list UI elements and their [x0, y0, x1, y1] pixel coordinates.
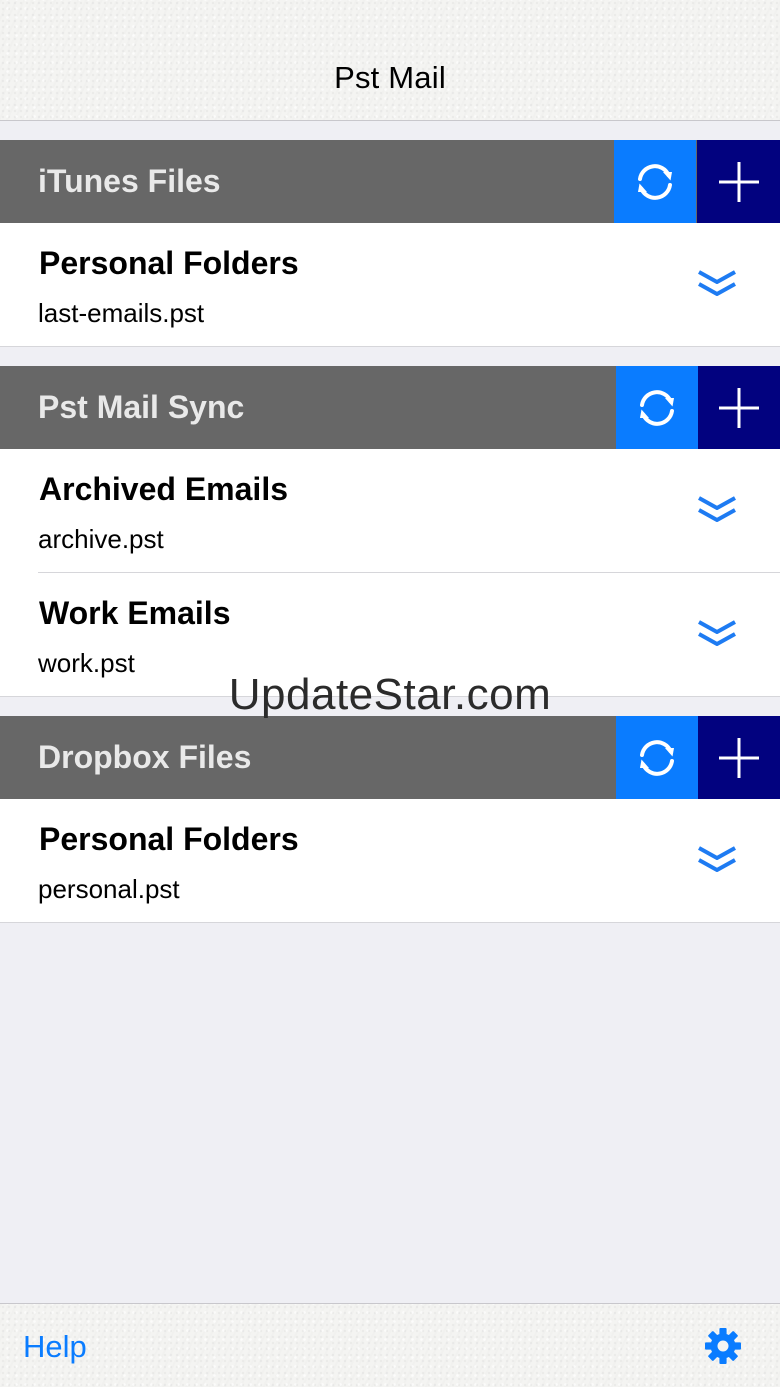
- plus-icon: [719, 387, 759, 428]
- navigation-bar: Pst Mail: [0, 0, 780, 121]
- plus-icon: [719, 737, 759, 778]
- list-item[interactable]: Personal Folders last-emails.pst: [0, 223, 780, 347]
- list-item[interactable]: Personal Folders personal.pst: [0, 799, 780, 923]
- section-title: iTunes Files: [38, 163, 221, 199]
- item-filename: personal.pst: [38, 874, 180, 904]
- refresh-button[interactable]: [614, 140, 696, 223]
- add-button[interactable]: [697, 140, 780, 223]
- bottom-toolbar: Help: [0, 1303, 780, 1387]
- item-title: Personal Folders: [39, 245, 299, 281]
- list-item[interactable]: Archived Emails archive.pst: [0, 449, 780, 573]
- add-button[interactable]: [698, 366, 780, 449]
- chevron-double-down-icon[interactable]: [697, 618, 737, 650]
- section-header: Dropbox Files: [0, 716, 780, 799]
- chevron-double-down-icon[interactable]: [697, 844, 737, 876]
- item-title: Archived Emails: [39, 471, 288, 507]
- refresh-button[interactable]: [616, 366, 698, 449]
- section-dropbox-files: Dropbox Files Personal Folders personal.…: [0, 716, 780, 923]
- item-title: Work Emails: [39, 595, 231, 631]
- refresh-icon: [640, 739, 674, 776]
- chevron-double-down-icon[interactable]: [697, 268, 737, 300]
- item-title: Personal Folders: [39, 821, 299, 857]
- page-title: Pst Mail: [334, 60, 446, 95]
- divider: [0, 922, 780, 923]
- section-itunes-files: iTunes Files Personal Folders last-email…: [0, 140, 780, 347]
- watermark-text: UpdateStar.com: [228, 670, 552, 719]
- refresh-button[interactable]: [616, 716, 698, 799]
- section-title: Pst Mail Sync: [38, 389, 245, 425]
- chevron-double-down-icon[interactable]: [697, 494, 737, 526]
- section-header: iTunes Files: [0, 140, 780, 223]
- section-header: Pst Mail Sync: [0, 366, 780, 449]
- plus-icon: [718, 161, 759, 202]
- section-pst-mail-sync: Pst Mail Sync Archived Emails archive.ps…: [0, 366, 780, 697]
- refresh-icon: [638, 163, 672, 200]
- gear-icon[interactable]: [703, 1326, 743, 1366]
- refresh-icon: [640, 389, 674, 426]
- item-filename: archive.pst: [38, 524, 164, 554]
- section-title: Dropbox Files: [38, 739, 252, 775]
- divider: [0, 346, 780, 347]
- help-button[interactable]: Help: [23, 1329, 87, 1365]
- add-button[interactable]: [698, 716, 780, 799]
- item-filename: last-emails.pst: [38, 298, 205, 328]
